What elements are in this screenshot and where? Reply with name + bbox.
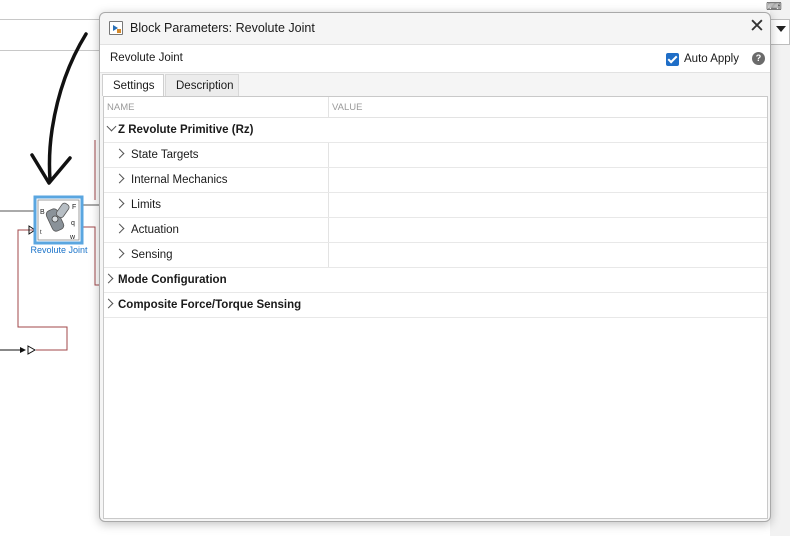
column-header-value: VALUE	[332, 102, 363, 113]
chevron-right-icon	[114, 198, 125, 209]
chevron-right-icon	[114, 223, 125, 234]
parameter-label: Sensing	[131, 249, 173, 261]
auto-apply-checkbox[interactable]: Auto Apply	[666, 51, 739, 67]
chevron-right-icon	[103, 273, 114, 284]
tab-description[interactable]: Description	[165, 74, 239, 96]
chevron-right-icon	[114, 148, 125, 159]
block-parameters-dialog: Block Parameters: Revolute Joint ✕ Revol…	[99, 12, 771, 522]
checkbox-checked-icon	[666, 52, 679, 66]
chevron-right-icon	[114, 173, 125, 184]
group-row[interactable]: Composite Force/Torque Sensing	[103, 293, 767, 318]
parameter-label: Actuation	[131, 224, 179, 236]
column-header-name: NAME	[107, 102, 135, 113]
parameter-row[interactable]: Sensing	[104, 243, 767, 268]
block-parameters-icon	[109, 21, 123, 35]
chevron-right-icon	[103, 298, 114, 309]
dialog-subheader: Revolute Joint Auto Apply ?	[100, 44, 770, 73]
close-button[interactable]: ✕	[746, 17, 768, 39]
chevron-right-icon	[114, 248, 125, 259]
port-label: q	[71, 220, 75, 227]
chevron-down-icon	[106, 121, 117, 132]
block-name-label[interactable]: Revolute Joint	[24, 245, 94, 255]
group-label: Composite Force/Torque Sensing	[118, 299, 302, 311]
parameter-row[interactable]: Actuation	[104, 218, 767, 243]
block-name: Revolute Joint	[110, 52, 183, 64]
parameter-row[interactable]: Limits	[104, 193, 767, 218]
port-label: B	[40, 209, 45, 216]
group-row[interactable]: Z Revolute Primitive (Rz)	[104, 118, 767, 143]
parameter-row[interactable]: Internal Mechanics	[104, 168, 767, 193]
port-label: w	[69, 234, 76, 241]
signal-line	[82, 226, 99, 286]
parameter-label: Internal Mechanics	[131, 174, 228, 186]
group-label: Z Revolute Primitive (Rz)	[118, 124, 254, 136]
dialog-title: Block Parameters: Revolute Joint	[130, 21, 315, 35]
parameter-label: Limits	[131, 199, 162, 211]
group-row[interactable]: Mode Configuration	[103, 268, 767, 293]
auto-apply-label: Auto Apply	[684, 53, 739, 65]
port-label: F	[72, 204, 76, 211]
parameter-table: NAME VALUE Z Revolute Primitive (Rz) Sta…	[103, 96, 768, 519]
parameter-label: State Targets	[131, 149, 199, 161]
revolute-joint-block: B F q t w	[33, 195, 84, 245]
tab-bar: Settings Description	[100, 72, 770, 96]
tab-settings[interactable]: Settings	[102, 74, 164, 96]
parameter-row[interactable]: State Targets	[104, 143, 767, 168]
dialog-titlebar[interactable]: Block Parameters: Revolute Joint ✕	[100, 13, 770, 43]
group-label: Mode Configuration	[118, 274, 227, 286]
table-header: NAME VALUE	[104, 97, 767, 118]
close-icon: ✕	[749, 16, 765, 37]
help-icon[interactable]: ?	[752, 52, 765, 65]
